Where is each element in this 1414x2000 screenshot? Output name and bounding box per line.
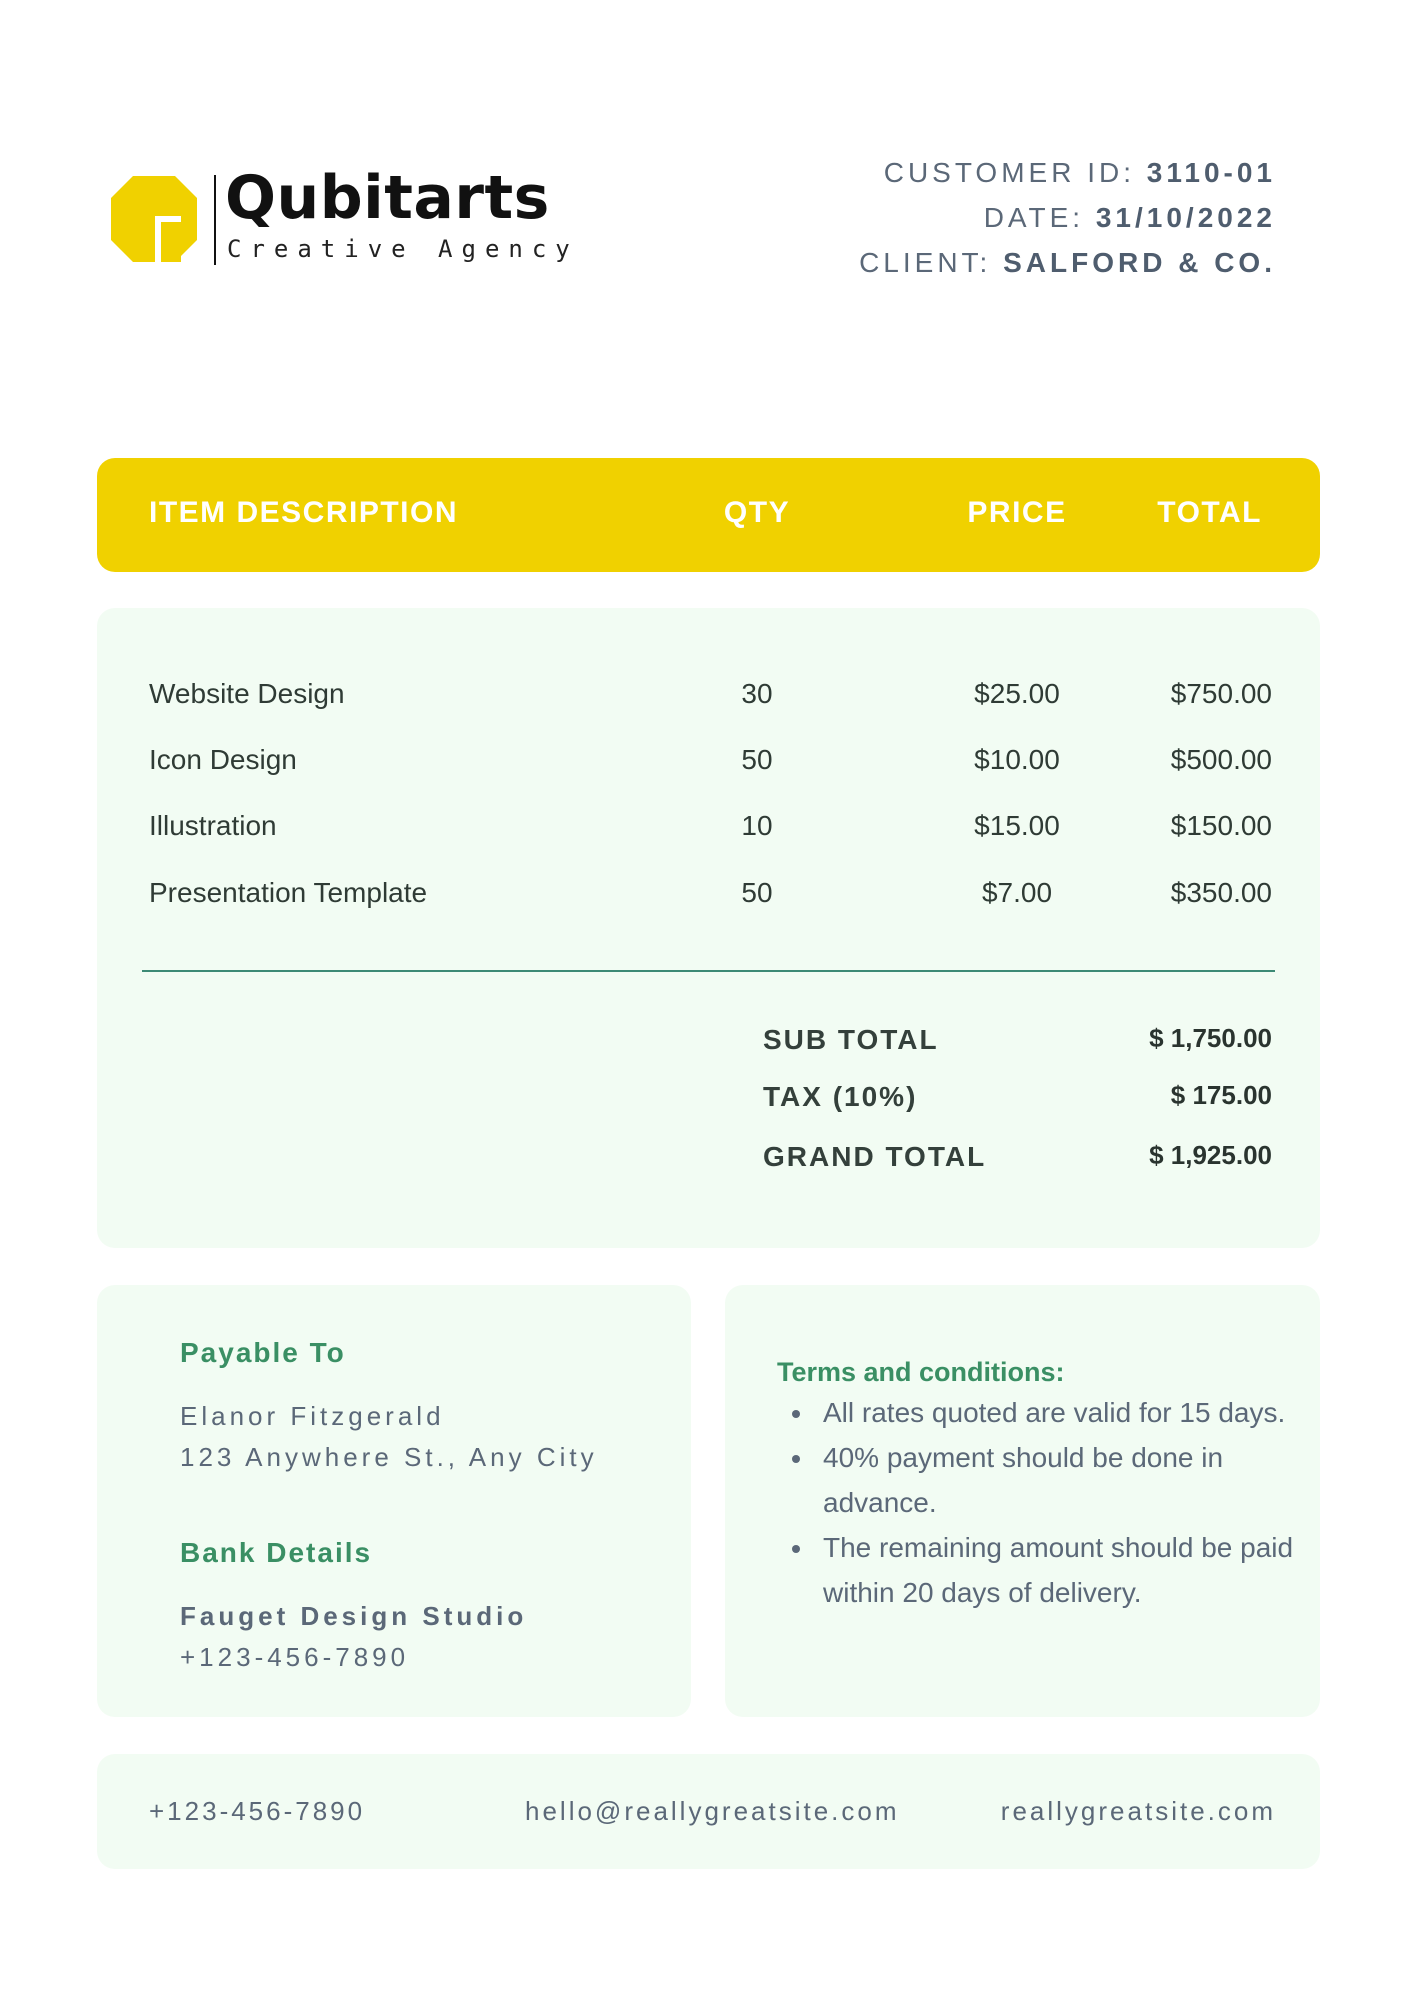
item-total: $500.00	[1170, 744, 1272, 775]
date-line: DATE: 31/10/2022	[859, 195, 1276, 240]
bank-name: Fauget Design Studio	[180, 1601, 528, 1631]
header-description: ITEM DESCRIPTION	[149, 496, 459, 529]
terms-list: All rates quoted are valid for 15 days. …	[771, 1390, 1335, 1615]
list-item: All rates quoted are valid for 15 days.	[815, 1390, 1335, 1435]
table-row: Icon Design 50 $10.00 $500.00	[97, 740, 1320, 780]
terms-panel: Terms and conditions: All rates quoted a…	[725, 1285, 1320, 1717]
items-panel: Website Design 30 $25.00 $750.00 Icon De…	[97, 608, 1320, 1248]
logo-divider	[214, 175, 216, 265]
tax-label: TAX (10%)	[763, 1081, 918, 1112]
invoice-meta: CUSTOMER ID: 3110-01 DATE: 31/10/2022 CL…	[859, 150, 1276, 285]
item-description: Icon Design	[149, 744, 297, 775]
item-price: $25.00	[974, 678, 1060, 709]
bank-details-title: Bank Details	[180, 1537, 373, 1568]
bank-phone: +123-456-7890	[180, 1642, 410, 1672]
item-total: $350.00	[1170, 877, 1272, 908]
item-qty: 50	[741, 877, 773, 908]
header-qty: QTY	[723, 496, 791, 529]
header-total: TOTAL	[1157, 496, 1262, 529]
subtotal-value: $ 1,750.00	[1149, 1023, 1272, 1053]
client-line: CLIENT: SALFORD & CO.	[859, 240, 1276, 285]
grand-total-value: $ 1,925.00	[1149, 1140, 1272, 1170]
item-qty: 30	[741, 678, 773, 709]
grand-total-label: GRAND TOTAL	[763, 1141, 987, 1172]
item-total: $150.00	[1170, 810, 1272, 841]
table-row: Presentation Template 50 $7.00 $350.00	[97, 873, 1320, 913]
item-price: $10.00	[974, 744, 1060, 775]
item-description: Illustration	[149, 810, 277, 841]
footer-contact-bar: +123-456-7890 hello@reallygreatsite.com …	[97, 1754, 1320, 1869]
item-description: Presentation Template	[149, 877, 428, 908]
date-label: DATE:	[983, 202, 1085, 233]
item-total: $750.00	[1170, 678, 1272, 709]
item-price: $15.00	[974, 810, 1060, 841]
subtotal-label: SUB TOTAL	[763, 1024, 939, 1055]
table-row: Website Design 30 $25.00 $750.00	[97, 674, 1320, 714]
item-description: Website Design	[149, 678, 345, 709]
date-value: 31/10/2022	[1095, 202, 1276, 233]
payable-address: 123 Anywhere St., Any City	[180, 1442, 598, 1472]
payable-name: Elanor Fitzgerald	[180, 1401, 445, 1431]
brand-name: Qubitarts	[225, 163, 550, 233]
list-item: The remaining amount should be paid with…	[815, 1525, 1335, 1615]
item-qty: 10	[741, 810, 773, 841]
header-price: PRICE	[967, 496, 1067, 529]
brand-logo-icon	[111, 176, 197, 262]
table-header: ITEM DESCRIPTION QTY PRICE TOTAL	[97, 458, 1320, 572]
list-item: 40% payment should be done in advance.	[815, 1435, 1335, 1525]
footer-website[interactable]: reallygreatsite.com	[1001, 1794, 1276, 1828]
payable-panel: Payable To Elanor Fitzgerald 123 Anywher…	[97, 1285, 691, 1717]
item-price: $7.00	[981, 877, 1053, 908]
footer-phone[interactable]: +123-456-7890	[149, 1794, 365, 1828]
customer-id-value: 3110-01	[1146, 157, 1276, 188]
footer-email[interactable]: hello@reallygreatsite.com	[525, 1794, 900, 1828]
table-row: Illustration 10 $15.00 $150.00	[97, 806, 1320, 846]
table-divider	[142, 970, 1275, 972]
customer-id-label: CUSTOMER ID:	[883, 157, 1135, 188]
brand-tagline: Creative Agency	[227, 235, 579, 263]
tax-value: $ 175.00	[1170, 1080, 1272, 1110]
item-qty: 50	[741, 744, 773, 775]
payable-title: Payable To	[180, 1337, 346, 1368]
customer-id-line: CUSTOMER ID: 3110-01	[859, 150, 1276, 195]
client-label: CLIENT:	[859, 247, 992, 278]
client-value: SALFORD & CO.	[1003, 247, 1276, 278]
terms-title: Terms and conditions:	[777, 1357, 1065, 1387]
